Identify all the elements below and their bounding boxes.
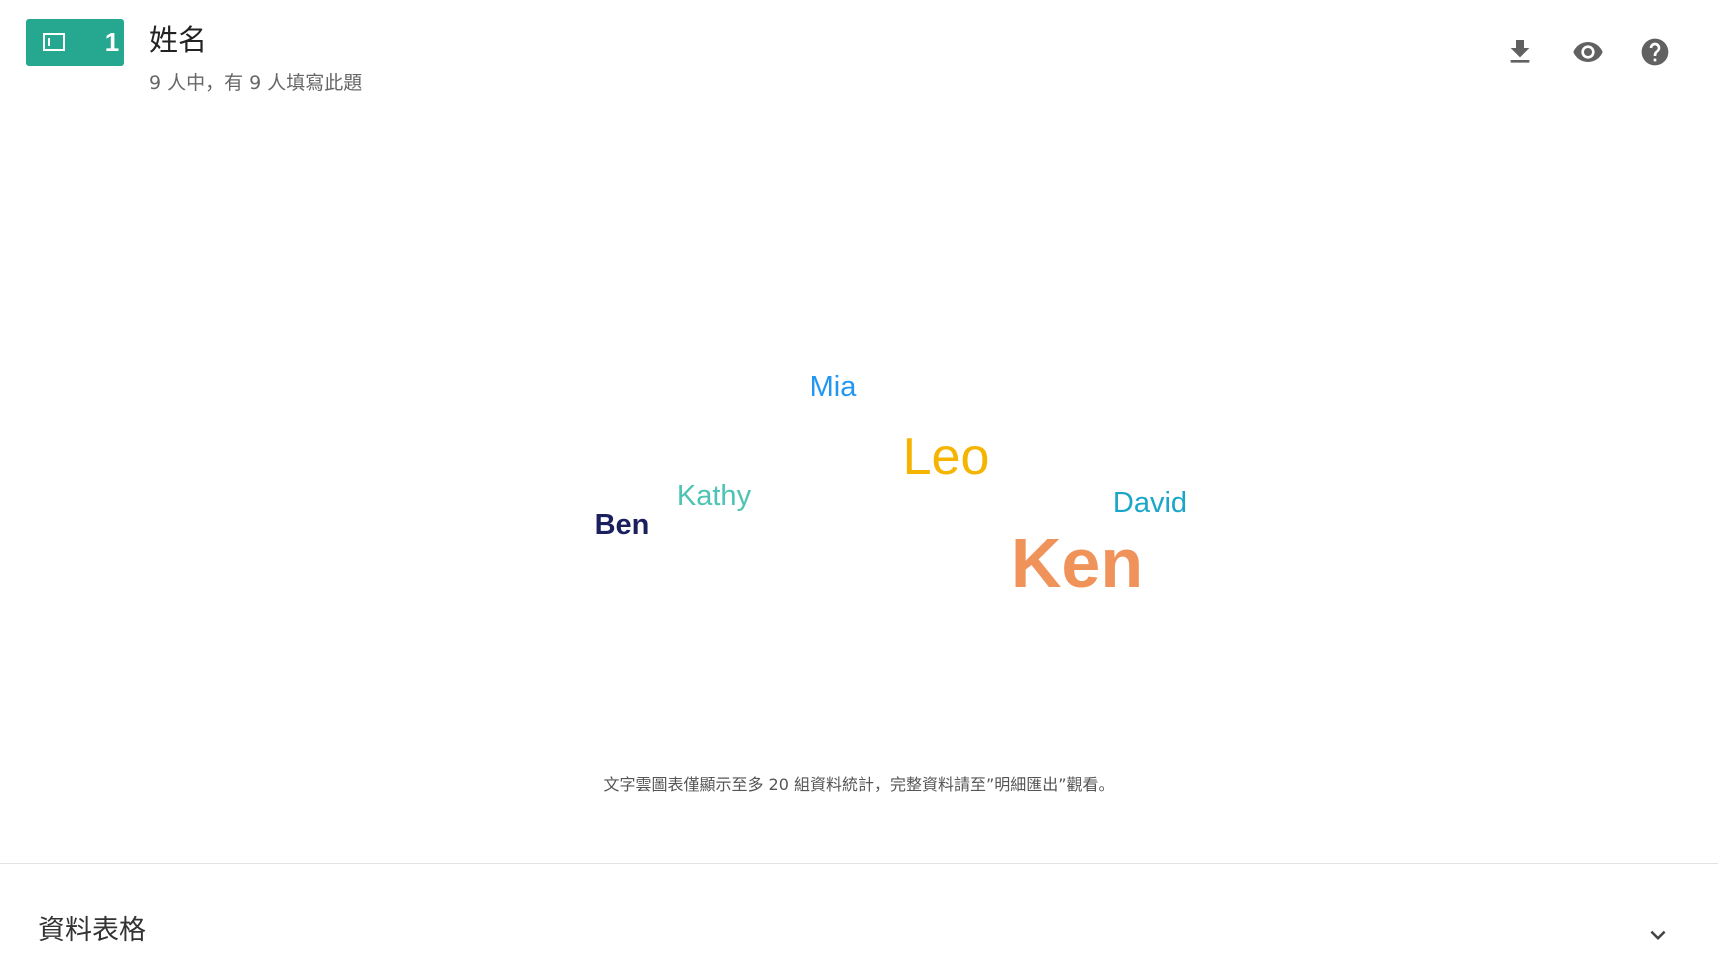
data-table-title: 資料表格 — [38, 915, 146, 946]
word-cloud-word-ken: Ken — [1011, 524, 1143, 602]
word-cloud-word-ben: Ben — [595, 509, 650, 541]
response-count: 9 人中，有 9 人填寫此題 — [149, 72, 363, 94]
word-cloud-word-kathy: Kathy — [677, 480, 752, 512]
section-divider — [0, 863, 1718, 864]
word-cloud-note: 文字雲圖表僅顯示至多 20 組資料統計，完整資料請至”明細匯出”觀看。 — [603, 775, 1115, 794]
eye-icon[interactable] — [1572, 36, 1604, 68]
question-badge: 1 — [26, 19, 124, 66]
download-icon[interactable] — [1504, 36, 1536, 68]
word-cloud: Mia Leo Kathy David Ben Ken — [595, 371, 1187, 602]
short-answer-icon — [43, 33, 65, 51]
chevron-down-icon[interactable] — [1643, 920, 1673, 950]
word-cloud-word-leo: Leo — [903, 428, 990, 486]
question-title: 姓名 — [149, 23, 208, 57]
word-cloud-word-david: David — [1113, 487, 1187, 519]
question-number: 1 — [104, 27, 120, 57]
response-summary-card: 1 姓名 9 人中，有 9 人填寫此題 Mia Leo Kathy David Ben K… — [0, 0, 1718, 974]
word-cloud-word-mia: Mia — [810, 371, 858, 403]
help-icon[interactable] — [1639, 36, 1671, 68]
